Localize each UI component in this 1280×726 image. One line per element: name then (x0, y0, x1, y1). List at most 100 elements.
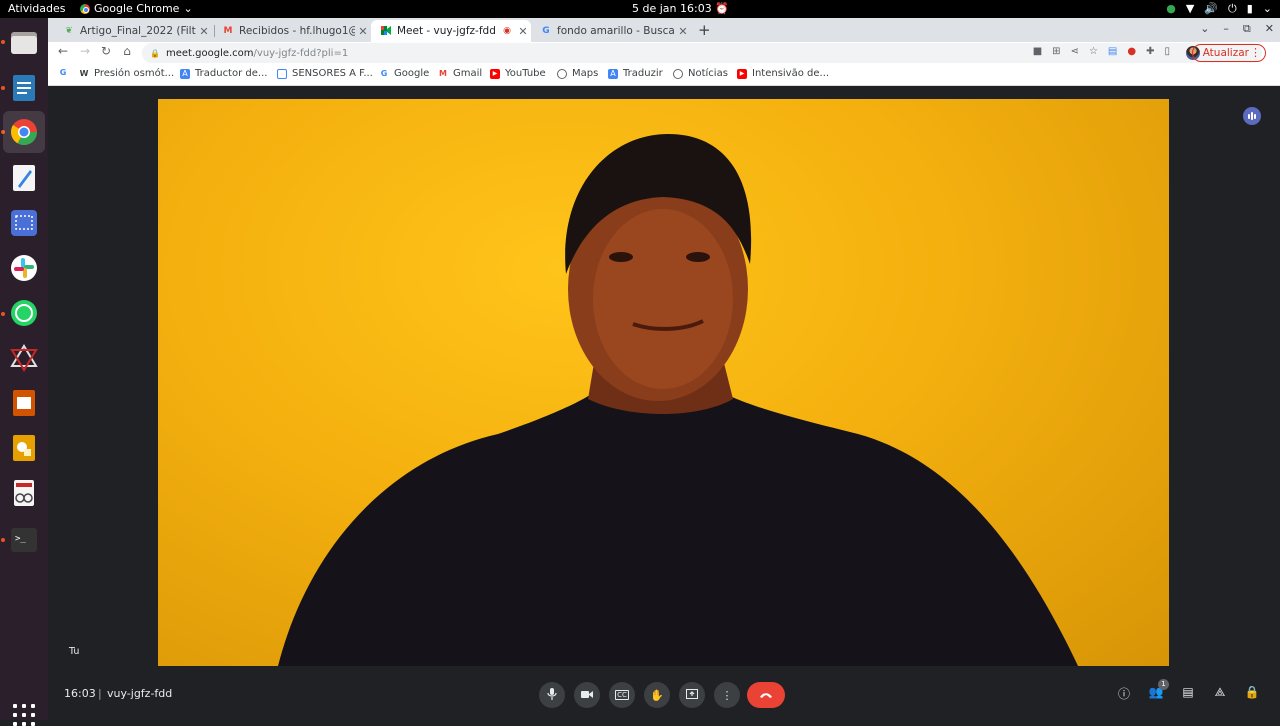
wikipedia-icon: W (79, 68, 89, 78)
browser-toolbar: ← → ↻ ⌂ 🔒 meet.google.com/vuy-jgfz-fdd?p… (48, 42, 1280, 64)
reader-icon[interactable] (7, 476, 41, 510)
running-indicator (1, 538, 5, 542)
gmail-icon: M (439, 68, 447, 78)
reload-icon[interactable]: ↻ (97, 44, 115, 58)
bookmark-item[interactable]: ▶ YouTube (490, 68, 546, 79)
close-icon[interactable]: ✕ (355, 25, 371, 38)
camera-button[interactable] (574, 682, 600, 708)
draw-icon[interactable] (7, 431, 41, 465)
bookmark-label: Google (394, 68, 430, 79)
side-panel-icon[interactable]: ▯ (1164, 46, 1170, 57)
bookmark-item[interactable]: A Traduzir (608, 68, 663, 79)
new-tab-button[interactable]: + (698, 21, 711, 39)
close-window-icon[interactable]: ✕ (1265, 22, 1274, 36)
bookmarks-bar: G W Presión osmót... A Traductor de... S… (48, 64, 1280, 86)
tab-search-icon[interactable]: ⌄ (1200, 22, 1209, 36)
captions-button[interactable]: CC (609, 682, 635, 708)
running-indicator (1, 312, 5, 316)
self-video-feed (278, 134, 1078, 666)
bookmark-label: Traductor de... (195, 68, 268, 79)
camera-in-use-icon[interactable]: ■ (1033, 46, 1042, 57)
tab-gmail[interactable]: M Recibidos - hf.lhugo1@gm ✕ (213, 20, 371, 42)
chrome-icon[interactable] (3, 111, 45, 153)
slack-icon[interactable] (7, 251, 41, 285)
people-button[interactable]: 👥 1 (1146, 679, 1169, 705)
news-icon (673, 68, 683, 79)
extensions-puzzle-icon[interactable]: ✚ (1146, 46, 1154, 57)
close-icon[interactable]: ✕ (675, 25, 691, 38)
tab-google-search[interactable]: G fondo amarillo - Buscar c ✕ (531, 20, 691, 42)
home-icon[interactable]: ⌂ (118, 44, 136, 58)
activities-icon[interactable]: ⟁ (1210, 685, 1230, 705)
libreoffice-writer-icon[interactable] (7, 71, 41, 105)
terminal-icon[interactable]: >_ (7, 523, 41, 557)
youtube-icon: ▶ (737, 68, 747, 79)
chrome-icon (80, 3, 90, 14)
show-apps-icon[interactable] (13, 704, 35, 726)
bookmark-item[interactable]: A Traductor de... (180, 68, 267, 79)
meeting-time: 16:03 (64, 687, 96, 700)
google-icon: G (59, 68, 67, 77)
running-indicator (1, 40, 5, 44)
bookmark-label: Notícias (688, 68, 728, 79)
bookmark-item[interactable]: Maps (557, 68, 598, 79)
system-tray[interactable]: ● ▼ 🔊 ⏻ ▮ ⌄ (1166, 2, 1272, 16)
leave-call-button[interactable] (747, 682, 785, 708)
bookmark-apps[interactable]: G (58, 68, 73, 78)
forward-icon[interactable]: → (76, 44, 94, 58)
bookmark-star-icon[interactable]: ☆ (1089, 46, 1098, 57)
bookmark-item[interactable]: W Presión osmót... (79, 68, 175, 79)
restore-icon[interactable]: ⧉ (1243, 22, 1251, 36)
tab-title: Recibidos - hf.lhugo1@gm (239, 25, 355, 37)
more-options-button[interactable]: ⋮ (714, 682, 740, 708)
bookmark-item[interactable]: Notícias (673, 68, 728, 79)
tab-meet[interactable]: Meet - vuy-jgfz-fdd ◉ ✕ (371, 20, 531, 42)
bookmark-label: Maps (572, 68, 599, 79)
chrome-tray-icon[interactable]: ● (1166, 2, 1176, 16)
app-menu[interactable]: Google Chrome ⌄ (80, 2, 193, 15)
extension-red-icon[interactable]: ● (1127, 46, 1136, 57)
captions-icon: CC (615, 690, 629, 700)
translate-icon: A (180, 68, 190, 79)
translate-page-icon[interactable]: ⊞ (1052, 46, 1060, 57)
microphone-button[interactable] (539, 682, 565, 708)
chat-icon[interactable]: ▤ (1178, 685, 1198, 705)
toolbar-icons: ■ ⊞ ⋖ ☆ ▤ ● ✚ ▯ (1033, 46, 1170, 57)
chevron-down-icon: ⌄ (183, 2, 193, 15)
files-icon[interactable] (7, 25, 41, 59)
lock-icon[interactable]: 🔒 (150, 49, 160, 58)
camera-icon (581, 689, 593, 702)
docs-extension-icon[interactable]: ▤ (1108, 46, 1117, 57)
microphone-icon (547, 687, 557, 703)
minimize-icon[interactable]: – (1223, 22, 1229, 36)
text-editor-icon[interactable] (7, 161, 41, 195)
bookmark-item[interactable]: M Gmail (438, 68, 482, 79)
bookmark-item[interactable]: SENSORES A F... (277, 68, 373, 79)
volume-icon: 🔊 (1204, 2, 1219, 15)
raise-hand-button[interactable]: ✋ (644, 682, 670, 708)
clock[interactable]: 5 de jan 16:03 ⏰ (632, 2, 729, 15)
bookmark-label: YouTube (505, 68, 546, 79)
tab-overleaf[interactable]: ❦ Artigo_Final_2022 (Filtro ✕ (54, 20, 212, 42)
screenshot-icon[interactable] (7, 206, 41, 240)
close-icon[interactable]: ✕ (515, 25, 531, 38)
youtube-icon: ▶ (490, 68, 500, 79)
network-app-icon[interactable] (7, 341, 41, 375)
present-button[interactable] (679, 682, 705, 708)
host-controls-icon[interactable]: 🔒 (1242, 685, 1262, 705)
meeting-details-icon[interactable]: ⓘ (1114, 685, 1134, 705)
back-icon[interactable]: ← (54, 44, 72, 58)
bookmark-label: Intensivão de... (752, 68, 830, 79)
impress-icon[interactable] (7, 386, 41, 420)
google-icon: G (380, 68, 388, 78)
share-icon[interactable]: ⋖ (1071, 46, 1079, 57)
whatsapp-icon[interactable] (7, 296, 41, 330)
activities-button[interactable]: Atividades (8, 2, 65, 15)
update-button[interactable]: Atualizar ⋮ (1191, 44, 1266, 62)
wifi-icon: ▼ (1185, 2, 1195, 15)
close-icon[interactable]: ✕ (196, 25, 212, 38)
bookmark-item[interactable]: G Google (379, 68, 430, 79)
self-video-tile[interactable] (158, 99, 1169, 666)
bookmark-item[interactable]: ▶ Intensivão de... (737, 68, 829, 79)
svg-text:>_: >_ (15, 534, 26, 544)
